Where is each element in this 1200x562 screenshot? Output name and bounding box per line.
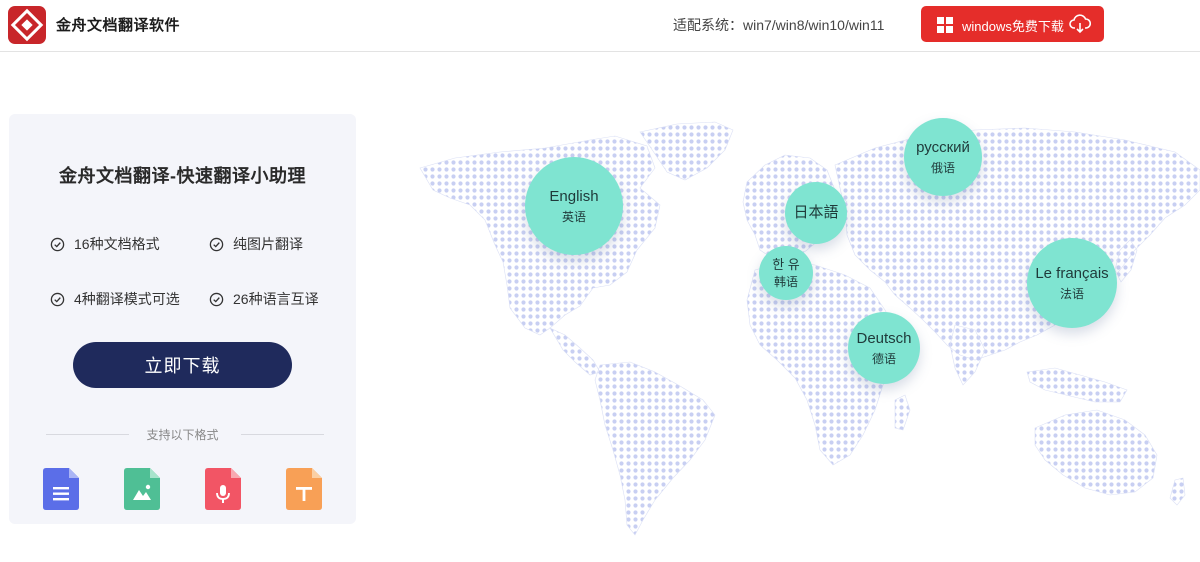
app-name: 金舟文档翻译软件	[56, 17, 181, 34]
language-bubble-french[interactable]: Le français 法语	[1027, 238, 1117, 328]
check-circle-icon	[50, 237, 65, 251]
language-name: 한 유	[772, 257, 800, 272]
language-name: 日本語	[793, 204, 839, 221]
audio-format-icon	[205, 468, 241, 510]
language-chinese-name: 德语	[871, 351, 896, 366]
feature-label: 16种文档格式	[74, 236, 160, 252]
feature-item: 纯图片翻译	[209, 234, 303, 254]
language-chinese-name: 韩语	[773, 275, 798, 289]
windows-icon	[937, 17, 953, 33]
cloud-download-icon	[1069, 14, 1091, 34]
world-map: English 英语 日本語 русский 俄语 한 유 韩语 Le fran…	[415, 110, 1200, 540]
top-header: 金舟文档翻译软件 适配系统：win7/win8/win10/win11 wind…	[0, 0, 1200, 52]
feature-item: 16种文档格式	[50, 234, 160, 254]
system-compatibility: 适配系统：win7/win8/win10/win11	[673, 17, 885, 33]
feature-label: 纯图片翻译	[233, 236, 303, 252]
language-chinese-name: 俄语	[930, 160, 955, 175]
panel-title: 金舟文档翻译-快速翻译小助理	[59, 166, 306, 186]
language-name: Le français	[1035, 264, 1109, 282]
language-bubble-german[interactable]: Deutsch 德语	[848, 312, 920, 384]
language-chinese-name: 英语	[561, 209, 586, 224]
feature-label: 4种翻译模式可选	[74, 291, 180, 307]
feature-item: 26种语言互译	[209, 289, 319, 309]
language-name: Deutsch	[856, 329, 912, 347]
feature-item: 4种翻译模式可选	[50, 289, 180, 309]
divider	[241, 434, 324, 435]
product-panel: 金舟文档翻译-快速翻译小助理 16种文档格式 纯图片翻译 4种翻译模式可选 26…	[9, 114, 356, 524]
download-label: windows免费下载	[962, 19, 1064, 34]
language-name: русский	[916, 138, 970, 156]
document-format-icon	[43, 468, 79, 510]
language-name: English	[549, 187, 599, 205]
image-format-icon	[124, 468, 160, 510]
language-chinese-name: 法语	[1059, 286, 1084, 301]
text-format-icon	[286, 468, 322, 510]
app-logo-icon[interactable]	[8, 6, 46, 44]
check-circle-icon	[209, 292, 224, 306]
language-bubble-russian[interactable]: русский 俄语	[904, 118, 982, 196]
windows-download-button[interactable]: windows免费下载	[921, 6, 1104, 42]
feature-label: 26种语言互译	[233, 291, 319, 307]
download-now-button[interactable]: 立即下载	[73, 342, 292, 388]
check-circle-icon	[50, 292, 65, 306]
language-bubble-japanese[interactable]: 日本語	[785, 182, 847, 244]
language-bubble-korean[interactable]: 한 유 韩语	[759, 246, 813, 300]
check-circle-icon	[209, 237, 224, 251]
language-bubble-english[interactable]: English 英语	[525, 157, 623, 255]
